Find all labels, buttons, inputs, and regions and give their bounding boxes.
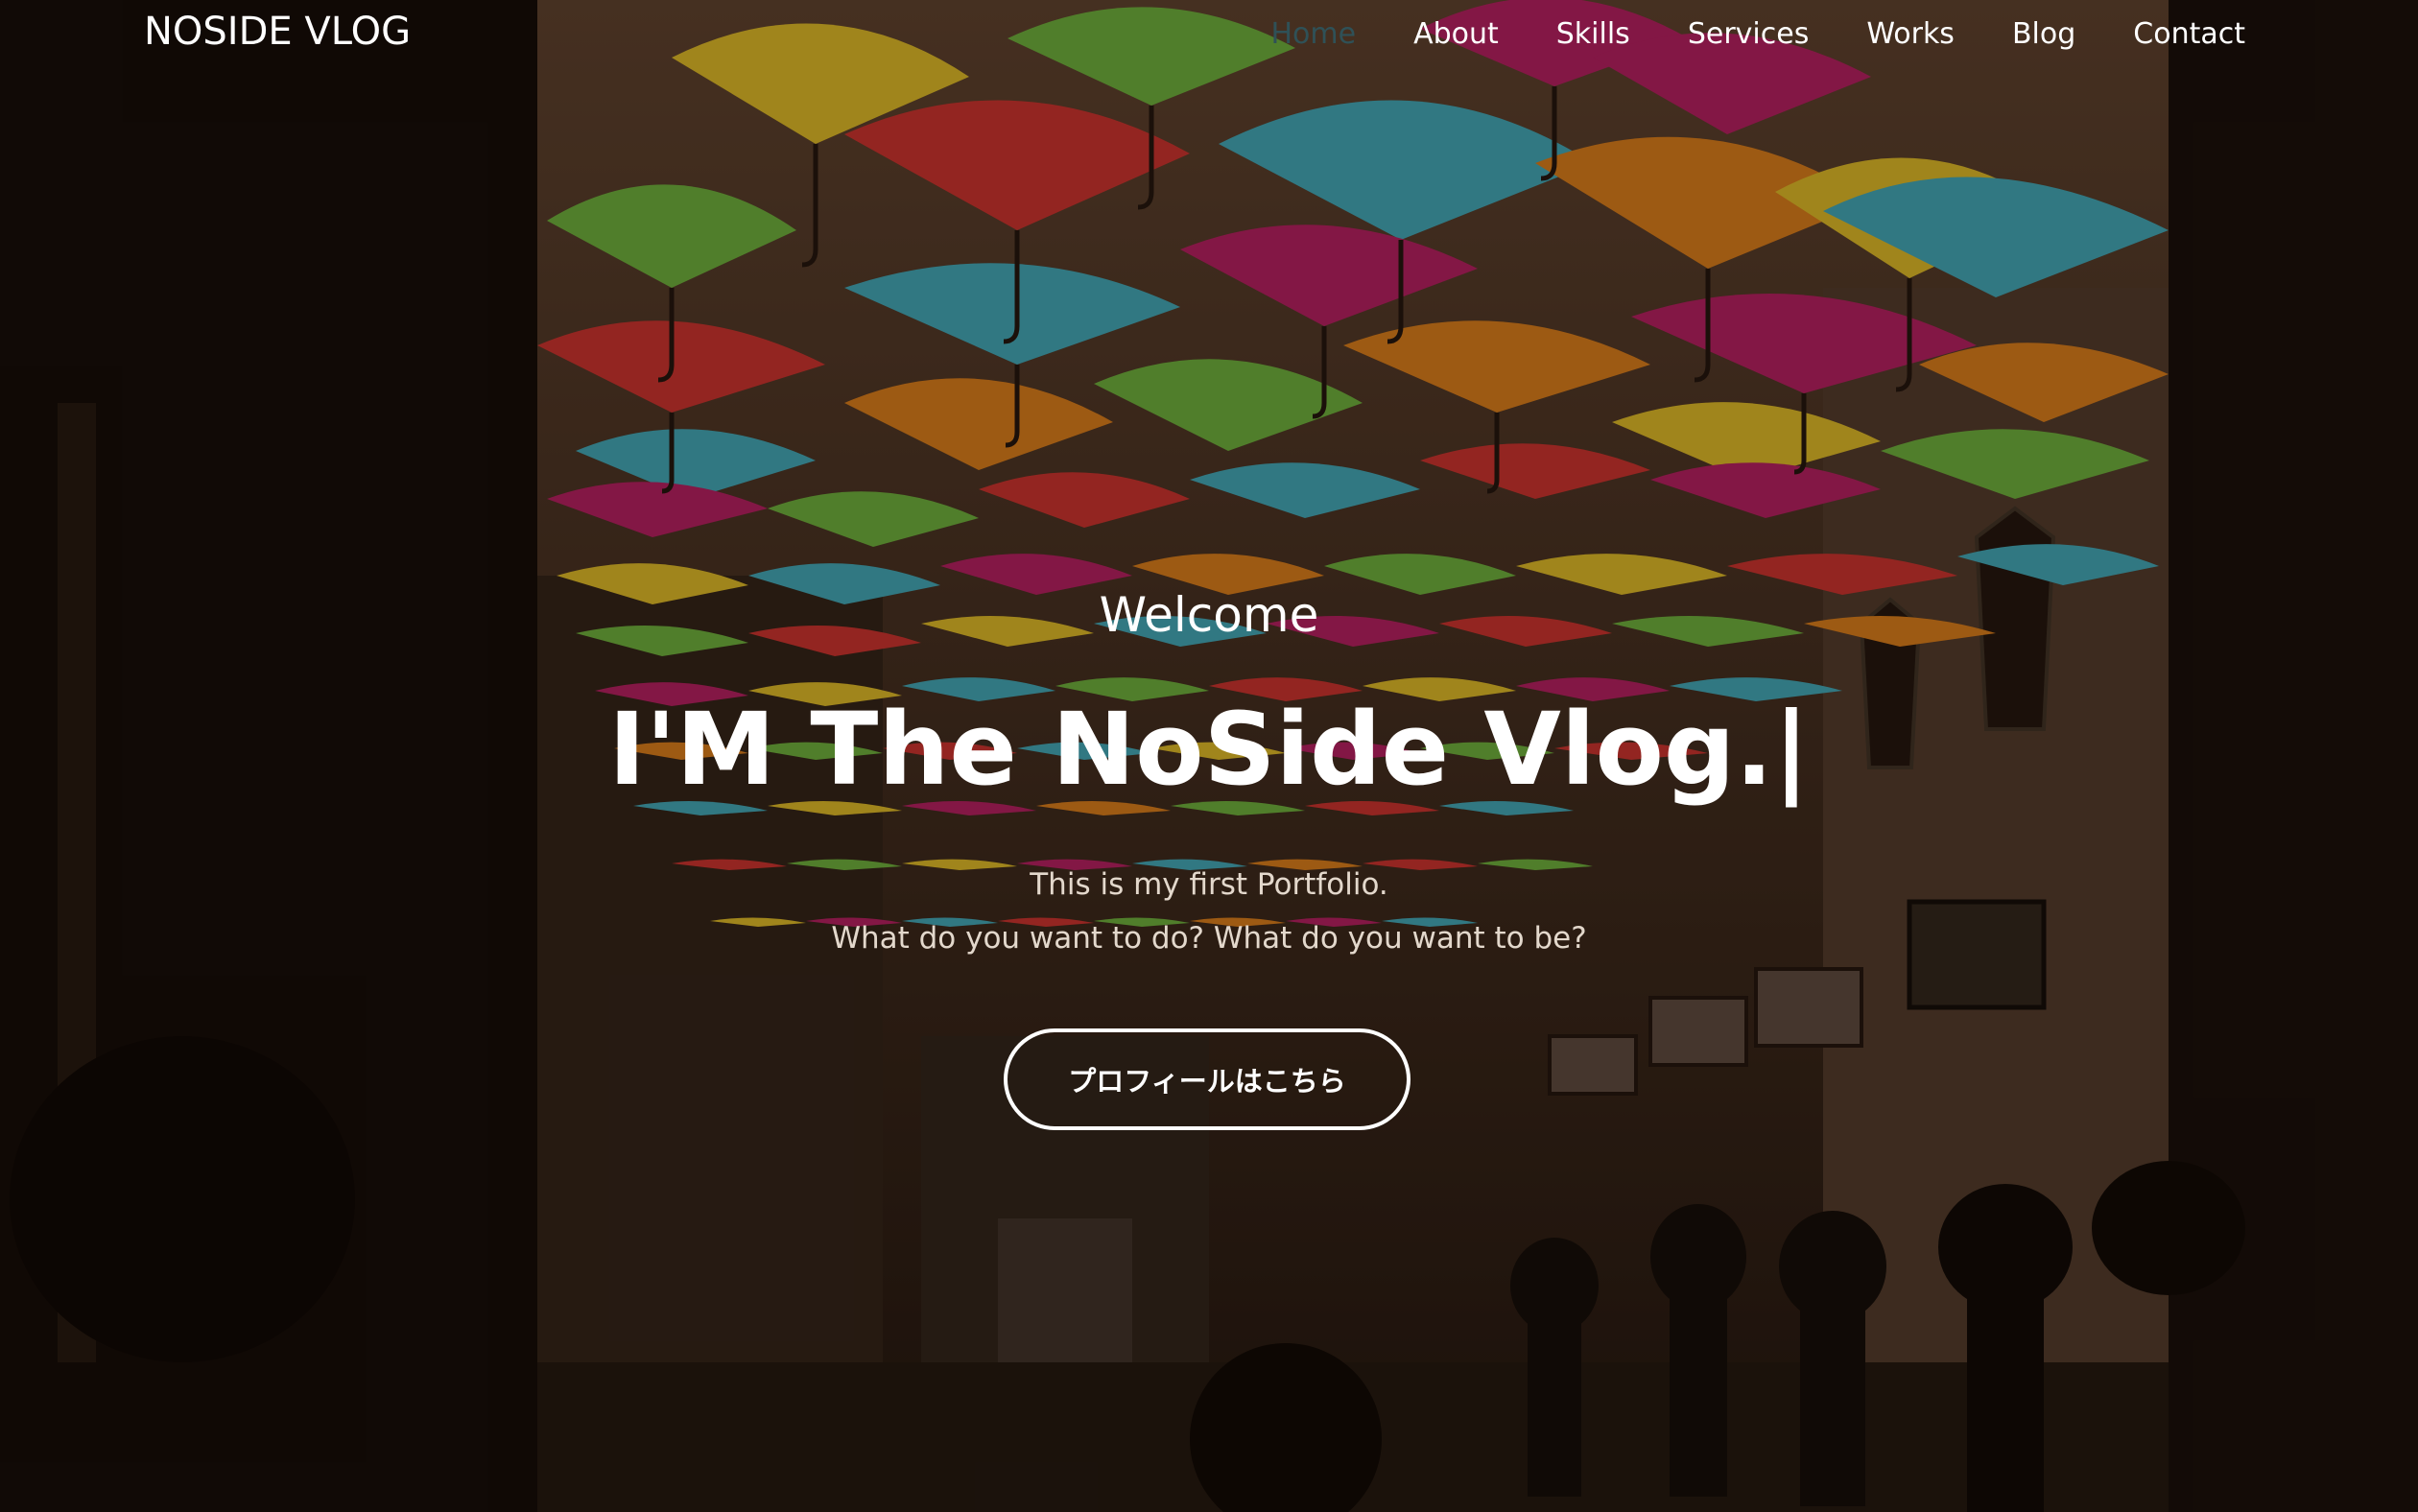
nav-item-skills[interactable]: Skills: [1556, 17, 1630, 51]
nav-item-services[interactable]: Services: [1688, 17, 1810, 51]
top-navigation: NOSIDE VLOG Home About Skills Services W…: [0, 0, 2418, 86]
nav-item-home[interactable]: Home: [1270, 17, 1356, 51]
profile-button[interactable]: プロフィールはこちら: [1004, 1028, 1410, 1130]
welcome-heading: Welcome: [1099, 587, 1319, 643]
nav-item-contact[interactable]: Contact: [2133, 17, 2245, 51]
nav-item-works[interactable]: Works: [1866, 17, 1955, 51]
nav-item-blog[interactable]: Blog: [2012, 17, 2075, 51]
nav-menu: Home About Skills Services Works Blog Co…: [1213, 17, 2245, 51]
nav-item-about[interactable]: About: [1413, 17, 1499, 51]
hero-headline: I'M The NoSide Vlog.|: [608, 691, 1810, 808]
site-logo[interactable]: NOSIDE VLOG: [144, 10, 411, 54]
hero-subtitle-line-2: What do you want to do? What do you want…: [831, 921, 1587, 956]
hero-subtitle-line-1: This is my first Portfolio.: [1030, 867, 1388, 902]
